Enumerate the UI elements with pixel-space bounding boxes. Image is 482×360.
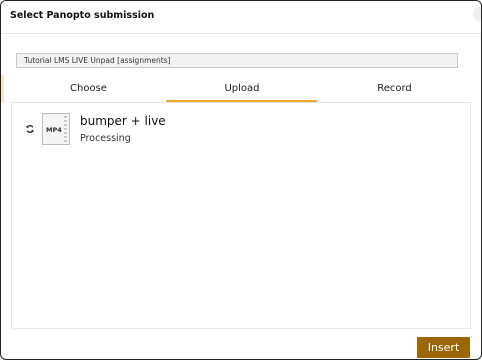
film-strip-icon	[64, 116, 67, 142]
dialog-title: Select Panopto submission	[10, 10, 155, 21]
file-type-label: MP4	[46, 126, 62, 134]
panopto-dialog: Select Panopto submission Tutorial LMS L…	[0, 0, 482, 360]
window-corner-decoration	[473, 7, 481, 21]
dialog-titlebar: Select Panopto submission	[1, 1, 481, 34]
tab-upload[interactable]: Upload	[166, 79, 318, 101]
tab-record[interactable]: Record	[318, 79, 471, 101]
upload-item-name: bumper + live	[80, 114, 166, 128]
left-edge-accent	[1, 75, 4, 103]
folder-path[interactable]: Tutorial LMS LIVE Unpad [assignments]	[16, 53, 458, 68]
tab-bar: Choose Upload Record	[11, 79, 471, 101]
tab-choose[interactable]: Choose	[11, 79, 166, 101]
video-file-icon: MP4	[42, 113, 70, 145]
upload-item-status: Processing	[80, 133, 131, 144]
sync-icon	[26, 124, 34, 134]
insert-button[interactable]: Insert	[417, 337, 470, 358]
